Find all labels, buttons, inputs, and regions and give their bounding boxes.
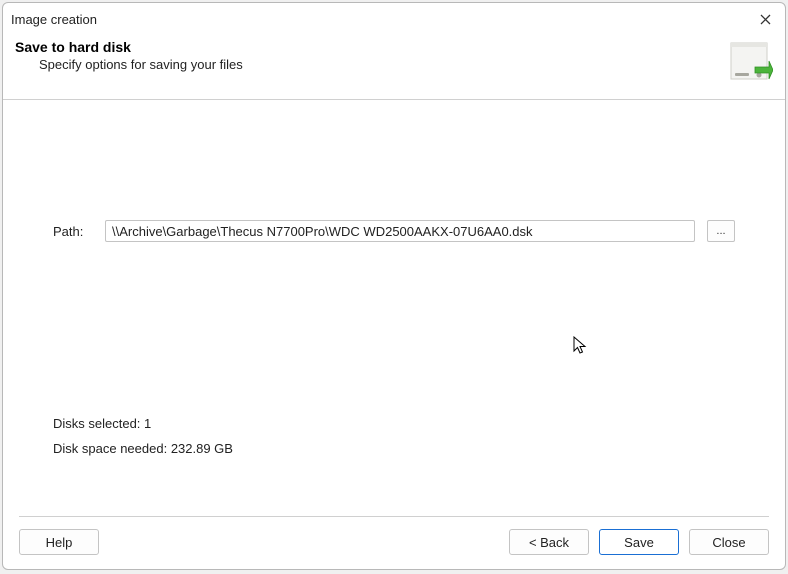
- wizard-body: Path: ... Disks selected: 1 Disk space n…: [3, 100, 785, 516]
- titlebar: Image creation: [3, 3, 785, 33]
- wizard-header: Save to hard disk Specify options for sa…: [3, 33, 785, 100]
- space-needed-label: Disk space needed:: [53, 441, 167, 456]
- summary-info: Disks selected: 1 Disk space needed: 232…: [53, 412, 735, 461]
- close-button[interactable]: Close: [689, 529, 769, 555]
- hard-disk-save-icon: [725, 39, 773, 87]
- disks-selected-label: Disks selected:: [53, 416, 140, 431]
- window-title: Image creation: [11, 12, 97, 27]
- disks-selected-value: 1: [144, 416, 151, 431]
- back-button[interactable]: < Back: [509, 529, 589, 555]
- wizard-footer: Help < Back Save Close: [3, 517, 785, 569]
- path-row: Path: ...: [53, 220, 735, 242]
- page-subtitle: Specify options for saving your files: [15, 55, 725, 72]
- close-icon[interactable]: [753, 7, 777, 31]
- dialog-window: Image creation Save to hard disk Specify…: [2, 2, 786, 570]
- wizard-header-text: Save to hard disk Specify options for sa…: [15, 39, 725, 72]
- page-title: Save to hard disk: [15, 39, 725, 55]
- disks-selected-line: Disks selected: 1: [53, 412, 735, 437]
- save-button[interactable]: Save: [599, 529, 679, 555]
- help-button[interactable]: Help: [19, 529, 99, 555]
- path-label: Path:: [53, 224, 93, 239]
- browse-button[interactable]: ...: [707, 220, 735, 242]
- space-needed-value: 232.89 GB: [171, 441, 233, 456]
- space-needed-line: Disk space needed: 232.89 GB: [53, 437, 735, 462]
- path-input[interactable]: [105, 220, 695, 242]
